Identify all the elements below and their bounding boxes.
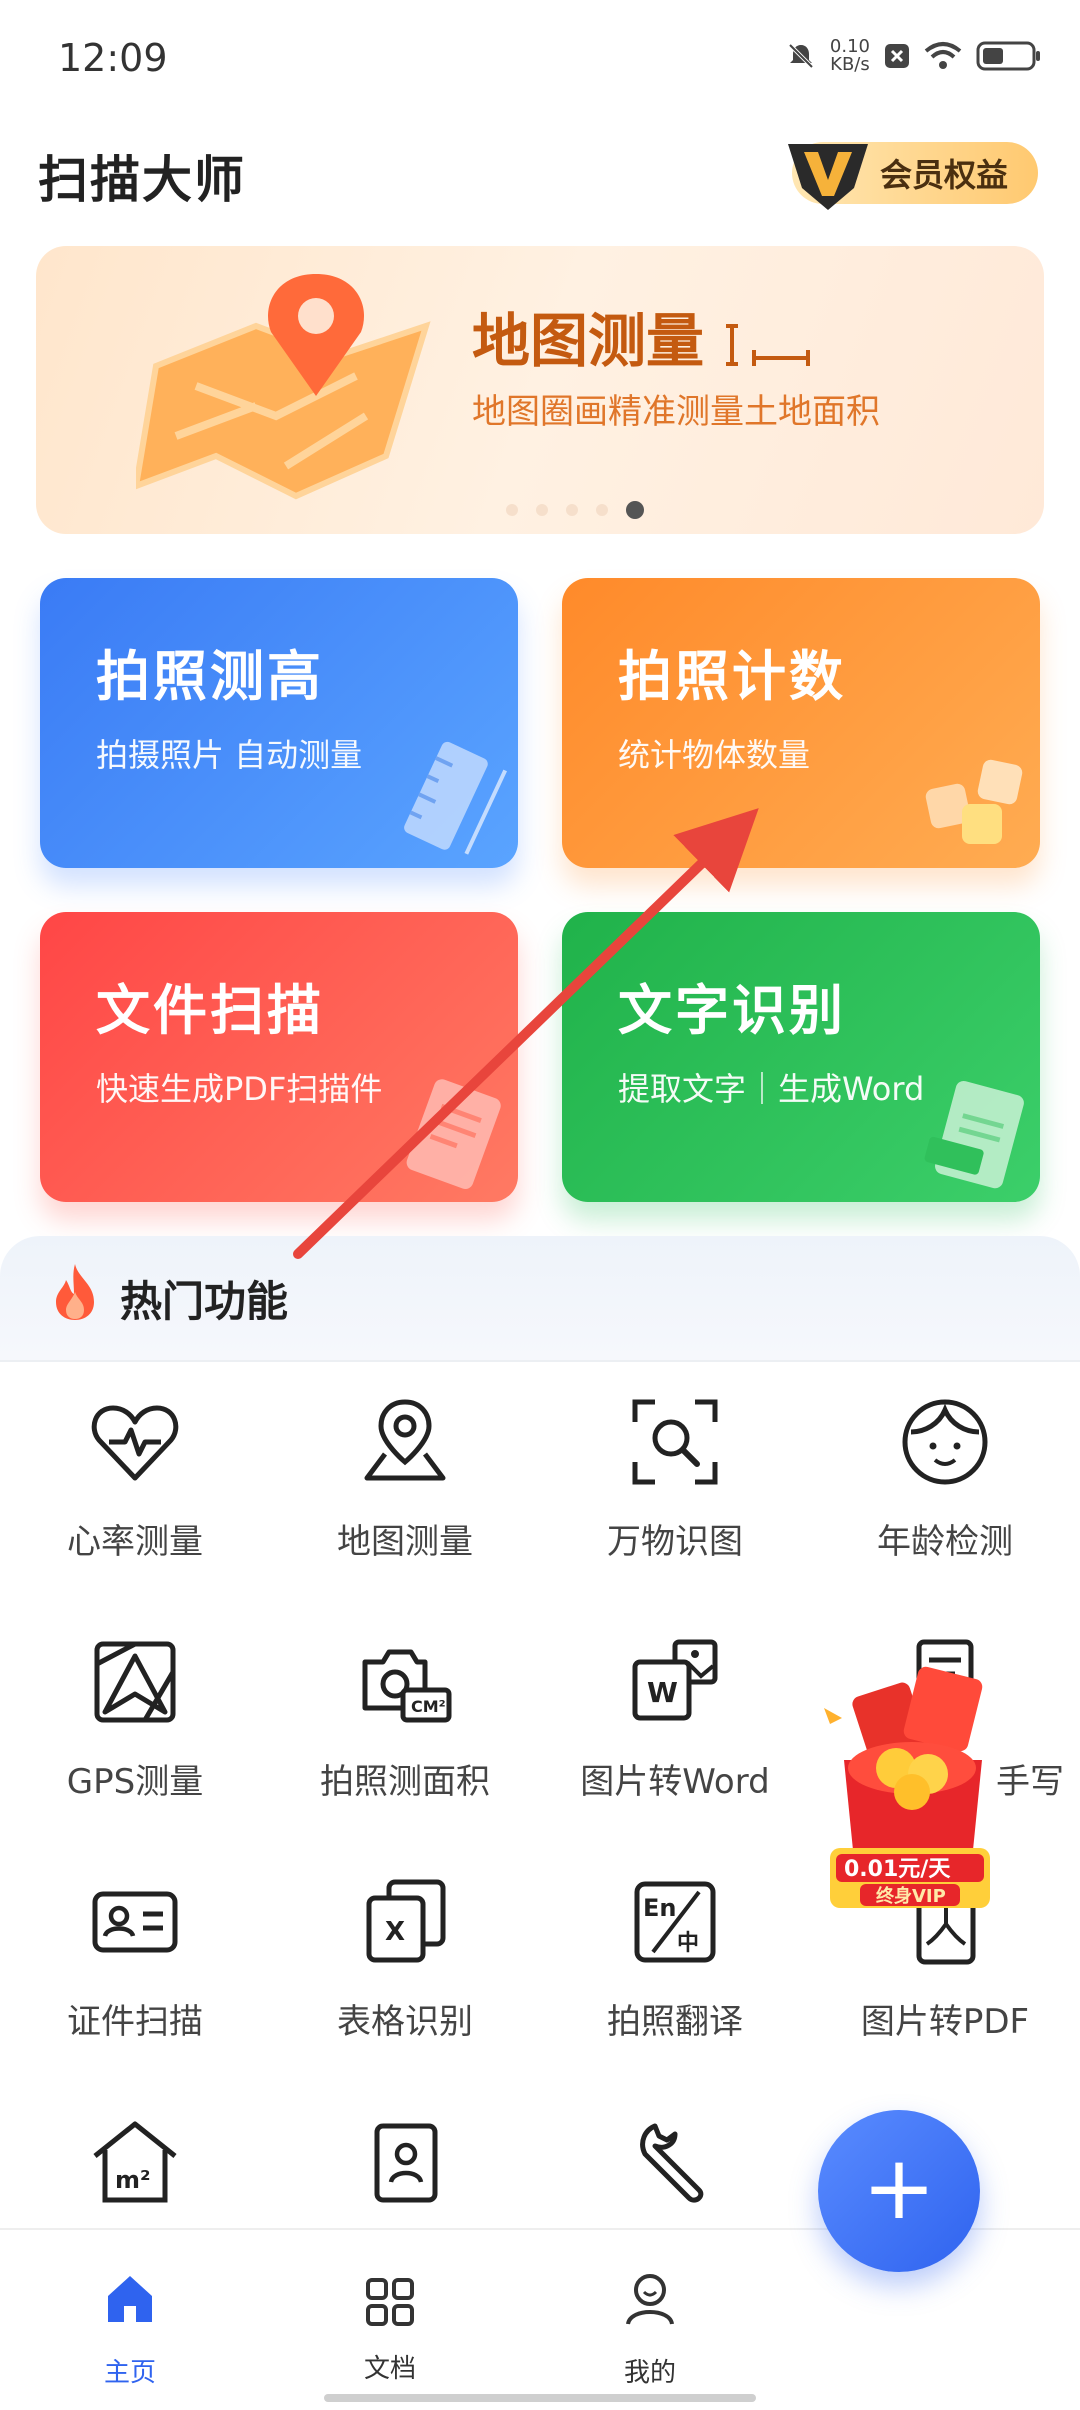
feature-photo-area[interactable]: CM² 拍照测面积 [270,1632,540,1872]
feature-map-measure[interactable]: 地图测量 [270,1392,540,1632]
net-speed: 0.10 KB/s [829,36,870,75]
mute-icon [788,43,814,69]
svg-text:中: 中 [677,1931,699,1956]
id-card-icon [92,1891,178,1953]
card-title: 拍照计数 [618,645,846,708]
card-text-recognition[interactable]: 文字识别 提取文字｜生成Word [562,912,1040,1202]
home-icon [108,2276,152,2322]
feature-label: 证件扫描 [67,2002,203,2042]
profile-icon [626,2274,674,2325]
feature-label: 心率测量 [67,1522,203,1562]
pagination-dot-active [626,501,644,519]
nav-label: 文档 [363,2354,416,2384]
vip-benefits-label: 会员权益 [880,156,1009,194]
banner-subtitle: 地图圈画精准测量土地面积 [472,392,880,432]
card-photo-count[interactable]: 拍照计数 统计物体数量 [562,578,1040,868]
feature-age-detection[interactable]: 年龄检测 [810,1392,1080,1632]
card-title: 文字识别 [618,979,846,1042]
feature-id-scan[interactable]: 证件扫描 [0,1872,270,2112]
status-icons: 0.10 KB/s [786,38,1042,74]
feature-label: 年龄检测 [877,1522,1013,1562]
feature-heart-rate[interactable]: 心率测量 [0,1392,270,1632]
card-title: 文件扫描 [96,979,324,1042]
status-bar: 12:09 0.10 KB/s [0,0,1080,120]
heart-rate-icon [91,1405,179,1481]
feature-label: 拍照测面积 [320,1762,490,1802]
table-recognize-icon: X [366,1879,446,1963]
image-to-word-icon: W [632,1639,718,1721]
battery-icon [976,41,1040,71]
feature-table-recognition[interactable]: X 表格识别 [270,1872,540,2112]
fire-icon [56,1264,94,1320]
vip-benefits-button[interactable]: 会员权益 [788,142,1038,210]
card-subtitle: 统计物体数量 [618,736,811,774]
measure-ruler-icon [726,323,811,366]
ocr-document-icon [924,1080,1024,1189]
banner-pagination [506,501,644,519]
feature-label: 拍照翻译 [607,2002,743,2042]
promo-banner[interactable]: 地图测量 地图圈画精准测量土地面积 [36,246,1044,534]
count-blocks-icon [925,759,1023,844]
hot-section-title: 热门功能 [120,1277,289,1326]
pagination-dot [536,504,548,516]
add-fab-button[interactable]: + [818,2110,980,2272]
vip-promo-gift[interactable]: 0.01元/天 终身VIP [820,1664,1000,1914]
feature-label: 万物识图 [607,1522,743,1562]
svg-text:W: W [647,1676,678,1709]
translate-icon: En 中 [634,1881,716,1963]
feature-photo-translate[interactable]: En 中 拍照翻译 [540,1872,810,2112]
promo-vip: 终身VIP [876,1885,946,1907]
pagination-dot [506,504,518,516]
app-title: 扫描大师 [38,151,246,209]
vip-logo-icon [788,144,868,210]
face-icon [902,1399,988,1485]
feature-label: 图片转PDF [860,2002,1030,2042]
feature-image-to-word[interactable]: W 图片转Word [540,1632,810,1872]
nav-label: 主页 [103,2358,156,2388]
documents-icon [366,2278,414,2326]
wrench-icon [640,2123,704,2203]
status-time: 12:09 [58,36,168,80]
gift-box-icon: 0.01元/天 终身VIP [824,1666,990,1908]
contact-book-icon [374,2123,438,2203]
ruler-icon [404,741,508,855]
card-subtitle: 快速生成PDF扫描件 [96,1070,383,1108]
map-illustration-icon [136,274,431,500]
banner-title: 地图测量 [472,294,814,378]
card-subtitle: 提取文字｜生成Word [618,1070,925,1108]
promo-price: 0.01元/天 [844,1857,951,1882]
card-document-scan[interactable]: 文件扫描 快速生成PDF扫描件 [40,912,518,1202]
pdf-document-icon [406,1079,501,1189]
nav-profile[interactable]: 我的 [570,2270,730,2390]
feature-gps-measure[interactable]: GPS测量 [0,1632,270,1872]
camera-area-icon: CM² [362,1649,452,1723]
pagination-dot [566,504,578,516]
svg-text:En: En [643,1894,676,1922]
feature-label: 地图测量 [337,1522,473,1562]
wifi-icon [924,42,962,69]
feature-label: GPS测量 [66,1762,204,1802]
feature-image-recognition[interactable]: 万物识图 [540,1392,810,1632]
feature-label: 图片转Word [580,1762,770,1802]
feature-label: 表格识别 [337,2002,473,2042]
image-search-icon [632,1399,718,1485]
nav-label: 我的 [623,2358,676,2388]
svg-text:CM²: CM² [411,1697,446,1716]
svg-text:X: X [385,1917,405,1947]
home-indicator [324,2394,756,2402]
nav-documents[interactable]: 文档 [310,2270,470,2390]
card-photo-height[interactable]: 拍照测高 拍摄照片 自动测量 [40,578,518,868]
app-notification-icon [885,44,909,68]
svg-text:m²: m² [115,2166,151,2194]
card-subtitle: 拍摄照片 自动测量 [96,736,363,774]
map-pin-icon [364,1399,446,1481]
nav-home[interactable]: 主页 [50,2270,210,2390]
pagination-dot [596,504,608,516]
gps-map-icon [94,1641,176,1723]
card-title: 拍照测高 [96,645,324,708]
house-area-icon: m² [93,2121,177,2203]
